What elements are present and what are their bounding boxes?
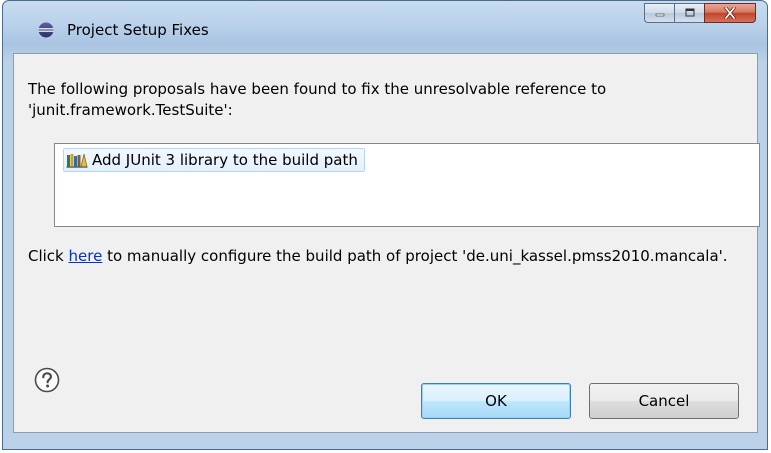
ok-button[interactable]: OK: [421, 383, 571, 419]
minimize-button[interactable]: [644, 3, 674, 23]
configure-link[interactable]: here: [69, 247, 103, 265]
eclipse-icon: [38, 22, 54, 38]
caption-buttons: [644, 3, 756, 23]
configure-text: Click here to manually configure the bui…: [28, 246, 744, 267]
help-icon[interactable]: [34, 367, 60, 393]
library-icon: [66, 153, 88, 168]
proposal-list[interactable]: Add JUnit 3 library to the build path: [54, 143, 760, 227]
minimize-icon: [655, 13, 664, 17]
window-title: Project Setup Fixes: [67, 21, 209, 39]
cancel-button[interactable]: Cancel: [589, 383, 739, 419]
close-button[interactable]: [704, 3, 756, 23]
maximize-button[interactable]: [674, 3, 704, 23]
dialog-content: The following proposals have been found …: [13, 53, 760, 433]
close-icon: [724, 7, 736, 19]
proposal-label: Add JUnit 3 library to the build path: [92, 151, 358, 169]
configure-prefix: Click: [28, 247, 69, 265]
title-bar[interactable]: Project Setup Fixes: [3, 1, 767, 53]
dialog-window: Project Setup Fixes The following propos…: [2, 0, 768, 450]
maximize-icon: [685, 8, 694, 17]
message-text: The following proposals have been found …: [28, 80, 607, 119]
proposal-item[interactable]: Add JUnit 3 library to the build path: [63, 148, 365, 172]
configure-suffix: to manually configure the build path of …: [102, 247, 728, 265]
